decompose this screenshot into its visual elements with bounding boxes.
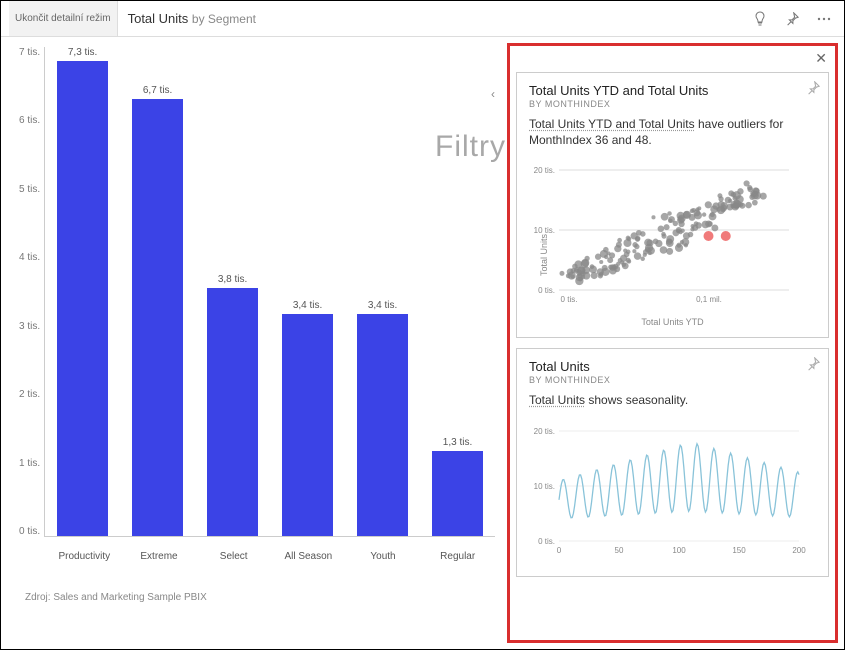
bar-value-label: 1,3 tis.: [443, 437, 472, 448]
mini-x-axis-label: Total Units YTD: [529, 317, 816, 327]
mini-y-axis-label: Total Units: [539, 234, 549, 276]
main-chart-area: ‹ 7 tis. 6 tis. 5 tis. 4 tis. 3 tis. 2 tis. 1 …: [1, 37, 501, 649]
content-area: ‹ 7 tis. 6 tis. 5 tis. 4 tis. 3 tis. 2 tis. 1 …: [1, 37, 844, 649]
pin-icon[interactable]: [806, 81, 820, 100]
x-axis-labels: ProductivityExtremeSelectAll SeasonYouth…: [47, 547, 495, 562]
svg-text:200: 200: [792, 546, 806, 555]
bar-column[interactable]: 6,7 tis.: [120, 47, 195, 536]
exit-focus-button[interactable]: Ukončit detailní režim: [9, 1, 118, 36]
insight-subtitle: BY MONTHINDEX: [529, 99, 816, 109]
svg-text:20 tis.: 20 tis.: [534, 427, 555, 436]
insight-description: Total Units shows seasonality.: [529, 393, 816, 409]
pin-icon[interactable]: [806, 357, 820, 376]
bar-column[interactable]: 1,3 tis.: [420, 47, 495, 536]
svg-text:10 tis.: 10 tis.: [534, 482, 555, 491]
svg-text:0: 0: [557, 546, 562, 555]
y-axis: 7 tis. 6 tis. 5 tis. 4 tis. 3 tis. 2 tis. 1 ti…: [19, 47, 44, 537]
bars-container: 7,3 tis. 6,7 tis. 3,8 tis. 3,4 tis. 3,4 tis.…: [44, 47, 495, 537]
x-tick: Extreme: [122, 547, 197, 562]
bar[interactable]: [132, 99, 183, 536]
y-tick: 7 tis.: [19, 47, 40, 58]
bar-value-label: 7,3 tis.: [68, 47, 97, 58]
insights-panel: ✕ Total Units YTD and Total Units BY MON…: [507, 43, 838, 643]
line-mini-chart: 0 tis. 10 tis. 20 tis. 0 50 100 150 200: [529, 421, 816, 566]
insight-title: Total Units YTD and Total Units: [529, 83, 816, 98]
y-tick: 4 tis.: [19, 252, 40, 263]
y-tick: 3 tis.: [19, 321, 40, 332]
bar-column[interactable]: 3,4 tis.: [345, 47, 420, 536]
bar-value-label: 3,8 tis.: [218, 274, 247, 285]
title-sub: by Segment: [192, 12, 256, 26]
close-icon[interactable]: ✕: [815, 50, 827, 67]
bar[interactable]: [357, 314, 408, 536]
bar[interactable]: [57, 61, 108, 536]
y-tick: 6 tis.: [19, 115, 40, 126]
collapse-handle-icon[interactable]: ‹: [491, 87, 495, 101]
y-tick: 5 tis.: [19, 184, 40, 195]
svg-text:20 tis.: 20 tis.: [534, 166, 555, 175]
bar-value-label: 3,4 tis.: [293, 300, 322, 311]
y-tick: 0 tis.: [19, 526, 40, 537]
svg-text:100: 100: [672, 546, 686, 555]
bar-value-label: 3,4 tis.: [368, 300, 397, 311]
x-tick: Youth: [346, 547, 421, 562]
x-tick: Select: [196, 547, 271, 562]
source-line: Zdroj: Sales and Marketing Sample PBIX: [25, 592, 495, 603]
more-icon[interactable]: [812, 7, 836, 31]
header-bar: Ukončit detailní režim Total Units by Se…: [1, 1, 844, 37]
svg-text:150: 150: [732, 546, 746, 555]
title-main: Total Units: [128, 11, 189, 26]
insight-card-outliers[interactable]: Total Units YTD and Total Units BY MONTH…: [516, 72, 829, 338]
bar[interactable]: [432, 451, 483, 536]
y-tick: 2 tis.: [19, 389, 40, 400]
bar-column[interactable]: 3,4 tis.: [270, 47, 345, 536]
insight-card-seasonality[interactable]: Total Units BY MONTHINDEX Total Units sh…: [516, 348, 829, 577]
bar-column[interactable]: 3,8 tis.: [195, 47, 270, 536]
insight-title: Total Units: [529, 359, 816, 374]
filters-watermark: Filtry: [435, 130, 506, 164]
bar-value-label: 6,7 tis.: [143, 85, 172, 96]
bar[interactable]: [207, 288, 258, 536]
svg-text:0 tis.: 0 tis.: [538, 286, 555, 295]
bar-column[interactable]: 7,3 tis.: [45, 47, 120, 536]
insight-description: Total Units YTD and Total Units have out…: [529, 117, 816, 148]
lightbulb-icon[interactable]: [748, 7, 772, 31]
y-tick: 1 tis.: [19, 458, 40, 469]
x-tick: Regular: [420, 547, 495, 562]
x-tick: Productivity: [47, 547, 122, 562]
bar[interactable]: [282, 314, 333, 536]
svg-text:0 tis.: 0 tis.: [538, 537, 555, 546]
svg-text:50: 50: [615, 546, 624, 555]
pin-icon[interactable]: [780, 7, 804, 31]
svg-text:0 tis.: 0 tis.: [561, 295, 578, 304]
insight-subtitle: BY MONTHINDEX: [529, 375, 816, 385]
x-tick: All Season: [271, 547, 346, 562]
page-title: Total Units by Segment: [128, 11, 256, 26]
svg-text:0,1 mil.: 0,1 mil.: [696, 295, 722, 304]
scatter-mini-chart: Total Units 0 tis.10 tis.20 tis.0 tis.0,…: [529, 160, 816, 327]
